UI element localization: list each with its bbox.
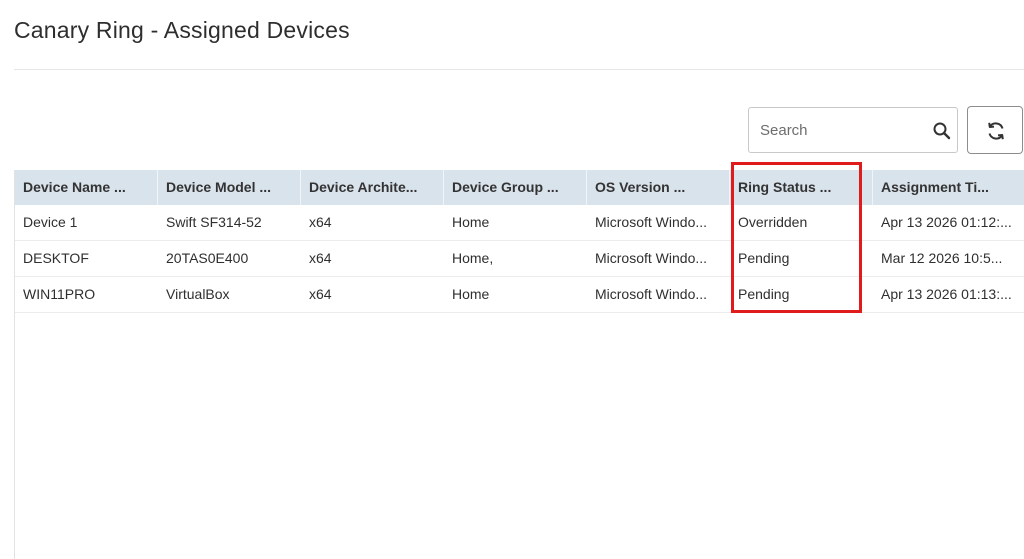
- cell-device-model: VirtualBox: [166, 286, 230, 302]
- page-title: Canary Ring - Assigned Devices: [14, 17, 350, 43]
- cell-device-name: WIN11PRO: [23, 286, 96, 302]
- title-divider: [14, 69, 1024, 70]
- column-separator[interactable]: [586, 170, 587, 205]
- search-box[interactable]: [748, 107, 958, 153]
- cell-device-group: Home: [452, 286, 490, 302]
- column-separator[interactable]: [729, 170, 730, 205]
- cell-device-model: Swift SF314-52: [166, 214, 262, 230]
- cell-device-name: DESKTOF: [23, 250, 89, 266]
- column-header-assignment-time[interactable]: Assignment Ti...: [881, 170, 1021, 205]
- search-icon[interactable]: [932, 121, 952, 141]
- column-separator[interactable]: [300, 170, 301, 205]
- cell-ring-status: Overridden: [738, 214, 808, 230]
- table-row[interactable]: Device 1 Swift SF314-52 x64 Home Microso…: [15, 205, 1024, 241]
- cell-ring-status: Pending: [738, 286, 790, 302]
- cell-device-group: Home,: [452, 250, 494, 266]
- column-header-device-model[interactable]: Device Model ...: [166, 170, 296, 205]
- column-header-os-version[interactable]: OS Version ...: [595, 170, 725, 205]
- cell-assignment-time: Apr 13 2026 01:13:...: [881, 286, 1012, 302]
- table-row[interactable]: WIN11PRO VirtualBox x64 Home Microsoft W…: [15, 277, 1024, 313]
- cell-ring-status: Pending: [738, 250, 790, 266]
- grid-header: Device Name ... Device Model ... Device …: [15, 170, 1024, 205]
- column-separator[interactable]: [443, 170, 444, 205]
- column-header-device-architecture[interactable]: Device Archite...: [309, 170, 441, 205]
- refresh-button[interactable]: [967, 106, 1023, 154]
- devices-grid: Device Name ... Device Model ... Device …: [14, 170, 1024, 559]
- cell-os-version: Microsoft Windo...: [595, 214, 708, 230]
- cell-device-architecture: x64: [309, 250, 332, 266]
- cell-os-version: Microsoft Windo...: [595, 286, 708, 302]
- refresh-icon: [988, 122, 1004, 140]
- column-header-ring-status[interactable]: Ring Status ...: [738, 170, 868, 205]
- cell-assignment-time: Apr 13 2026 01:12:...: [881, 214, 1012, 230]
- cell-device-name: Device 1: [23, 214, 78, 230]
- cell-assignment-time: Mar 12 2026 10:5...: [881, 250, 1003, 266]
- column-separator[interactable]: [872, 170, 873, 205]
- cell-device-group: Home: [452, 214, 490, 230]
- cell-device-model: 20TAS0E400: [166, 250, 249, 266]
- search-input[interactable]: [749, 108, 919, 152]
- column-header-device-name[interactable]: Device Name ...: [23, 170, 153, 205]
- cell-device-architecture: x64: [309, 214, 332, 230]
- column-separator[interactable]: [157, 170, 158, 205]
- cell-device-architecture: x64: [309, 286, 332, 302]
- cell-os-version: Microsoft Windo...: [595, 250, 708, 266]
- column-header-device-group[interactable]: Device Group ...: [452, 170, 584, 205]
- table-row[interactable]: DESKTOF 20TAS0E400 x64 Home, Microsoft W…: [15, 241, 1024, 277]
